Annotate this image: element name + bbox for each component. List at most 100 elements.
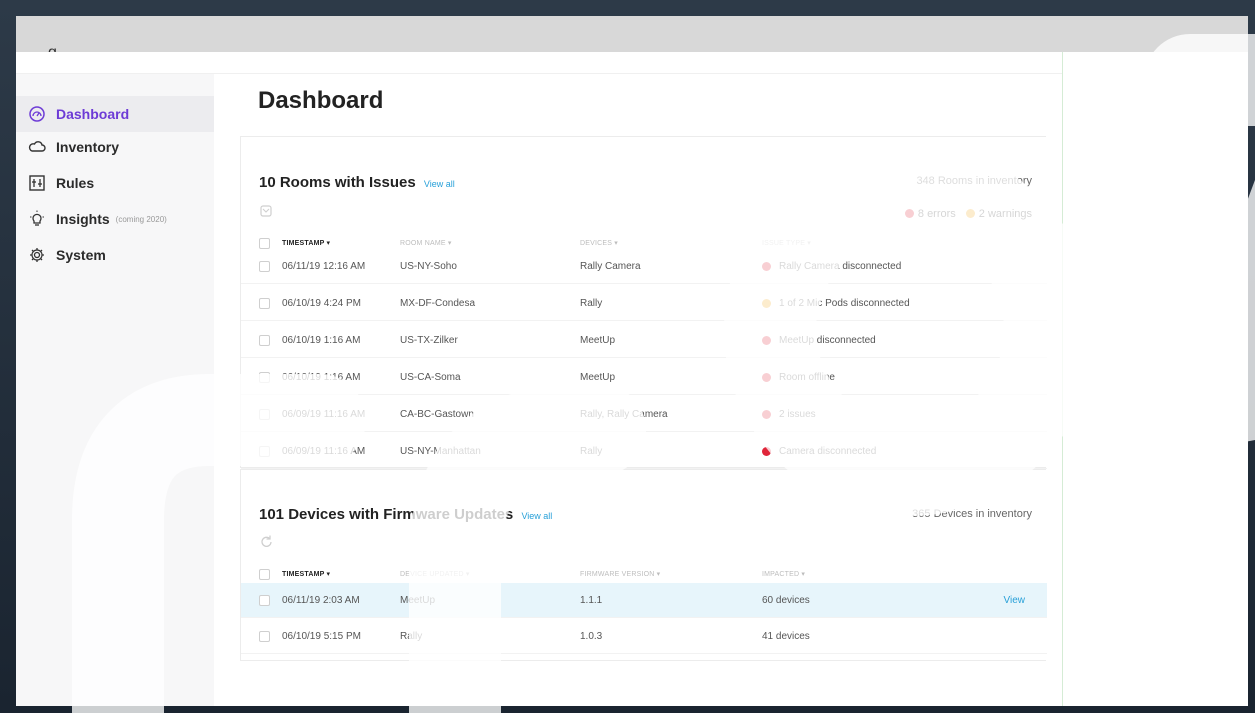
cell-devices: Rally Camera [580, 260, 641, 272]
devices-inventory-count: 365 Devices in inventory [912, 508, 1032, 520]
issue-text: Room offline [779, 371, 835, 383]
firmware-title-text: 101 Devices with Firmware Updates [259, 506, 514, 523]
cell-impacted: 60 devices [762, 594, 810, 606]
page-title: Dashboard [258, 87, 384, 114]
cell-devices: MeetUp [580, 334, 616, 346]
cell-timestamp: 06/10/19 5:15 PM [282, 630, 361, 642]
issue-text: 1 of 2 Mic Pods disconnected [779, 297, 910, 309]
row-checkbox[interactable] [259, 260, 270, 272]
sidebar-item-label: System [56, 247, 106, 263]
sidebar-item-inventory[interactable]: Inventory [16, 132, 214, 162]
cell-timestamp: 06/10/19 4:24 PM [282, 297, 361, 309]
cell-timestamp: 06/10/19 1:16 AM [282, 371, 361, 383]
col-device-updated[interactable]: DEVICE UPDATED ▾ [400, 570, 580, 578]
coming-soon-note: (coming 2020) [115, 214, 167, 224]
row-checkbox[interactable] [259, 408, 270, 420]
row-checkbox[interactable] [259, 334, 270, 346]
cell-room-name: US-TX-Zilker [400, 334, 458, 346]
cell-issue-type: Camera disconnected [762, 446, 992, 457]
table-row[interactable]: 06/10/19 5:15 PM Rally 1.0.3 41 devices [241, 619, 1047, 654]
view-button[interactable]: View [992, 595, 1047, 606]
cell-firmware-version: 1.0.3 [580, 630, 603, 642]
cell-room-name: US-NY-Soho [400, 260, 457, 272]
rooms-inventory-count: 348 Rooms in inventory [916, 175, 1032, 187]
table-row[interactable]: 06/10/19 1:16 AM US-TX-Zilker MeetUp MeetUp… [241, 323, 1047, 358]
cell-device-updated: MeetUp [400, 594, 436, 606]
cell-timestamp: 06/11/19 12:16 AM [282, 260, 366, 272]
rooms-card-title: 10 Rooms with Issues View all [259, 174, 455, 191]
cell-room-name: US-NY-Manhattan [400, 445, 481, 457]
firmware-card-title: 101 Devices with Firmware Updates View a… [259, 506, 552, 523]
issue-text: Camera disconnected [779, 445, 877, 457]
firmware-view-all-link[interactable]: View all [521, 511, 552, 521]
cell-issue-type: 1 of 2 Mic Pods disconnected [762, 298, 992, 309]
warning-dot-icon [965, 209, 975, 218]
sidebar-item-rules[interactable]: Rules [16, 168, 214, 198]
cell-devices: MeetUp [580, 371, 616, 383]
cell-issue-type: Rally Camera disconnected [762, 261, 992, 272]
col-timestamp[interactable]: TIMESTAMP ▾ [282, 570, 400, 578]
error-dot-icon [762, 261, 771, 271]
cell-device-updated: Rally [400, 630, 423, 642]
cell-room-name: MX-DF-Condesa [400, 297, 476, 309]
sidebar-item-label: Rules [56, 175, 95, 191]
firmware-table-header: TIMESTAMP ▾ DEVICE UPDATED ▾ FIRMWARE VE… [241, 564, 1047, 584]
col-room-name[interactable]: ROOM NAME ▾ [400, 239, 580, 247]
row-checkbox[interactable] [259, 297, 270, 309]
table-row[interactable]: 06/10/19 4:24 PM MX-DF-Condesa Rally 1 of 2… [241, 286, 1047, 321]
row-checkbox[interactable] [259, 445, 270, 457]
issue-text: MeetUp disconnected [779, 334, 876, 346]
rules-icon [28, 174, 46, 192]
select-all-checkbox[interactable] [259, 237, 270, 249]
table-row[interactable]: 06/09/19 11:16 AM CA-BC-Gastown Rally, Ral… [241, 397, 1047, 432]
error-dot-icon [762, 446, 771, 456]
cell-impacted: 41 devices [762, 630, 810, 642]
table-row[interactable]: 06/11/19 12:16 AM US-NY-Soho Rally Camera R… [241, 249, 1047, 284]
refresh-icon [259, 534, 273, 548]
errors-count: 8 errors [904, 208, 956, 220]
rooms-title-text: 10 Rooms with Issues [259, 174, 416, 191]
cell-issue-type: 2 issues [762, 409, 992, 420]
cell-devices: Rally [580, 445, 603, 457]
cell-devices: Rally [580, 297, 603, 309]
col-timestamp[interactable]: TIMESTAMP ▾ [282, 239, 400, 247]
sidebar-item-label: Inventory [56, 139, 120, 155]
cell-room-name: US-CA-Soma [400, 371, 461, 383]
cell-room-name: CA-BC-Gastown [400, 408, 474, 420]
col-firmware-version[interactable]: FIRMWARE VERSION ▾ [580, 570, 762, 578]
alert-icon [259, 204, 273, 218]
sidebar-item-insights[interactable]: Insights (coming 2020) [16, 204, 214, 234]
row-checkbox[interactable] [259, 594, 270, 606]
col-devices[interactable]: DEVICES ▾ [580, 239, 762, 247]
table-row[interactable]: 06/11/19 2:03 AM MeetUp 1.1.1 60 devices Vie… [241, 583, 1047, 618]
issue-text: Rally Camera disconnected [779, 260, 902, 272]
error-dot-icon [762, 372, 771, 382]
table-row[interactable]: 06/09/19 11:16 AM US-NY-Manhattan Rally Cam… [241, 434, 1047, 469]
issue-text: 2 issues [779, 408, 816, 420]
sidebar: Dashboard Inventory Rules Insights (comi… [16, 74, 214, 706]
error-dot-icon [762, 409, 771, 419]
cell-issue-type: Room offline [762, 372, 992, 383]
sidebar-item-system[interactable]: System [16, 240, 214, 270]
error-dot-icon [762, 335, 771, 345]
rooms-view-all-link[interactable]: View all [424, 179, 455, 189]
cell-timestamp: 06/09/19 11:16 AM [282, 408, 366, 420]
col-issue-type[interactable]: ISSUE TYPE ▾ [762, 239, 992, 247]
select-all-checkbox[interactable] [259, 568, 270, 580]
cell-timestamp: 06/11/19 2:03 AM [282, 594, 360, 606]
issue-summary: 8 errors 2 warnings [904, 208, 1032, 220]
sidebar-item-dashboard[interactable]: Dashboard [16, 96, 214, 132]
rooms-issues-card: 10 Rooms with Issues View all 348 Rooms … [240, 136, 1047, 469]
warnings-label: 2 warnings [978, 208, 1032, 220]
sidebar-item-label: Dashboard [56, 106, 130, 122]
row-checkbox[interactable] [259, 630, 270, 642]
warning-dot-icon [762, 298, 771, 308]
firmware-updates-card: 101 Devices with Firmware Updates View a… [240, 469, 1047, 661]
col-impacted[interactable]: IMPACTED ▾ [762, 570, 992, 578]
table-row[interactable]: 06/10/19 1:16 AM US-CA-Soma MeetUp Room off… [241, 360, 1047, 395]
cell-firmware-version: 1.1.1 [580, 594, 603, 606]
row-checkbox[interactable] [259, 371, 270, 383]
cell-issue-type: MeetUp disconnected [762, 335, 992, 346]
gauge-icon [28, 105, 46, 123]
cell-timestamp: 06/10/19 1:16 AM [282, 334, 361, 346]
